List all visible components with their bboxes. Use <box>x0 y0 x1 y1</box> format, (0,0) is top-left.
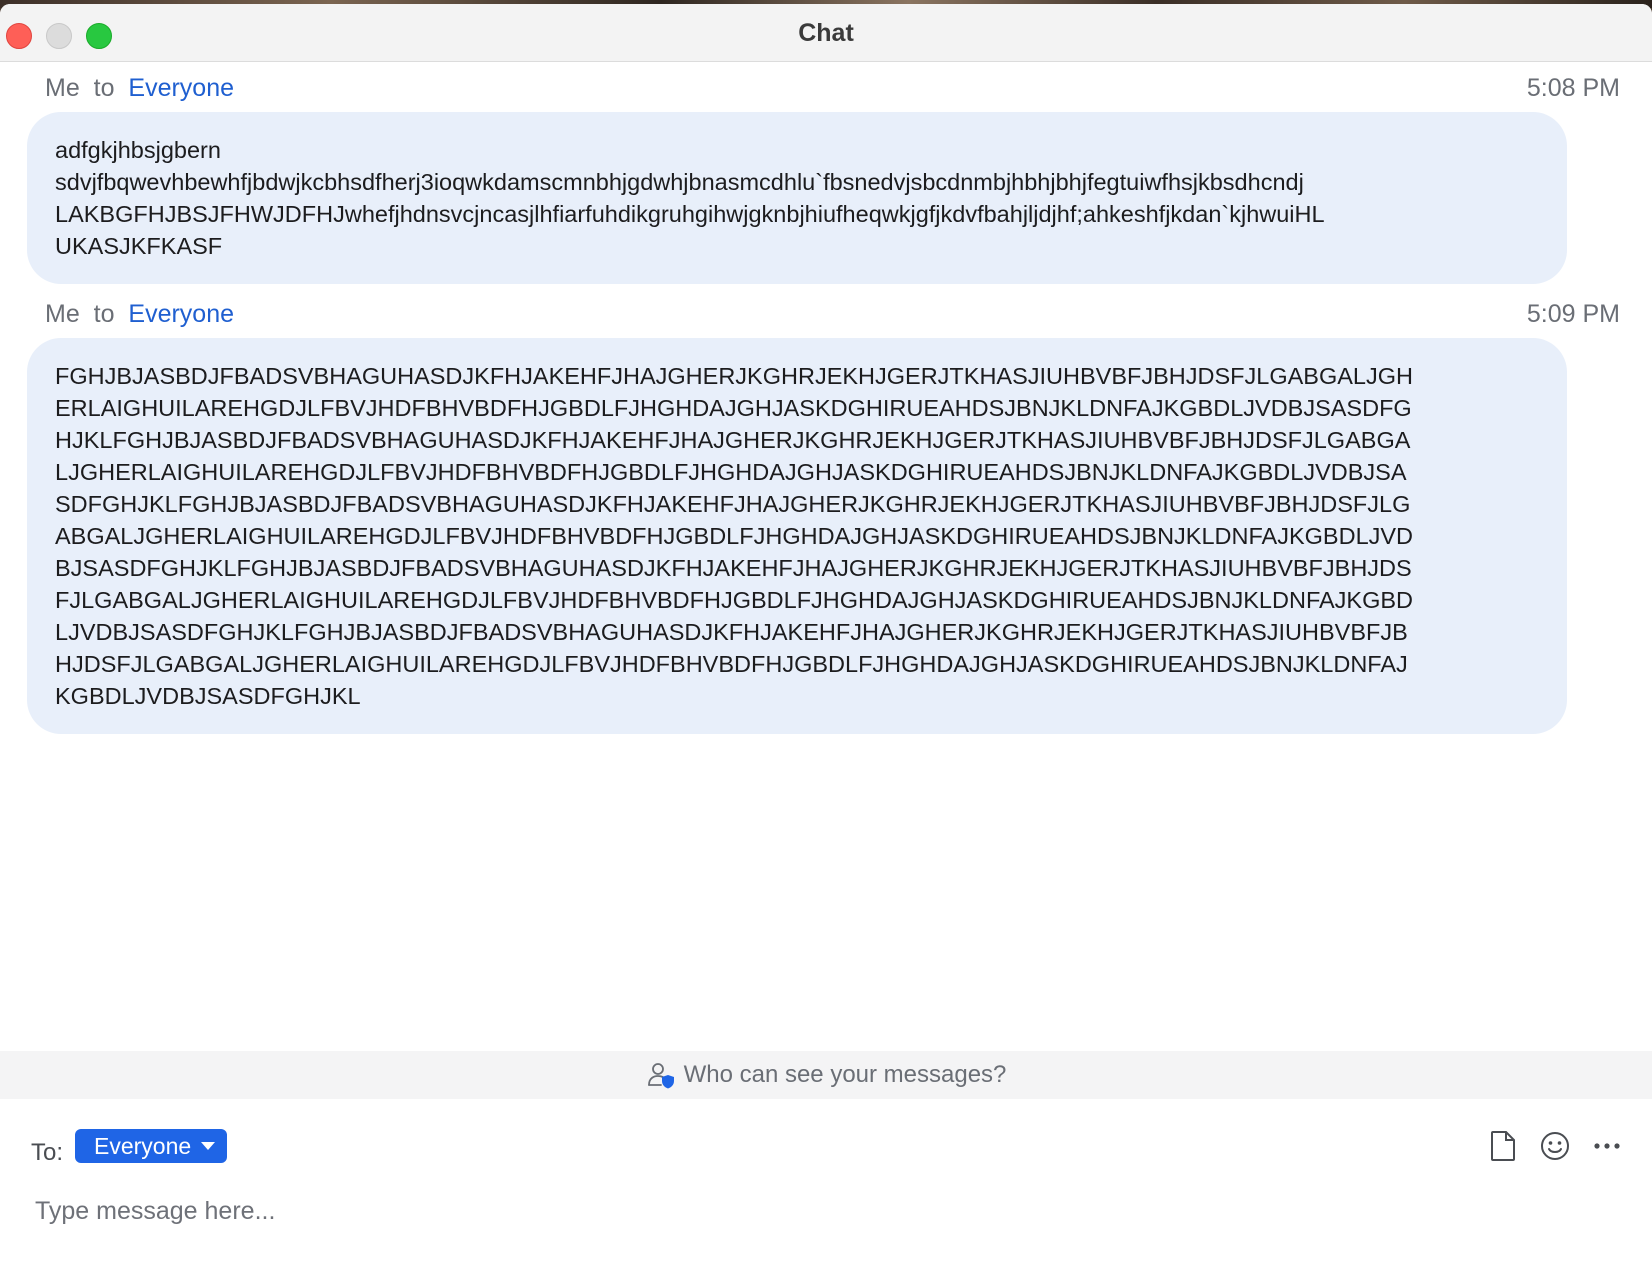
message-line: LJGHERLAIGHUILAREHGDJLFBVJHDFBHVBDFHJGBD… <box>55 459 1407 485</box>
window-title: Chat <box>798 19 854 47</box>
file-icon <box>1491 1131 1515 1161</box>
recipient-name[interactable]: Everyone <box>128 300 234 328</box>
emoji-button[interactable] <box>1538 1129 1572 1163</box>
to-label: To: <box>31 1139 64 1166</box>
message-line: KGBDLJVDBJSASDFGHJKL <box>55 683 361 709</box>
to-word: to <box>86 74 122 102</box>
message-bubble[interactable]: adfgkjhbsjgbern sdvjfbqwevhbewhfjbdwjkcb… <box>27 112 1567 284</box>
recipient-dropdown-label: Everyone <box>94 1133 192 1159</box>
message-line: sdvjfbqwevhbewhfjbdwjkcbhsdfherj3ioqwkda… <box>55 169 1304 195</box>
chat-window: Chat Me to Everyone 5:08 PM adfgkjhbsjgb… <box>0 4 1652 1262</box>
message-line: adfgkjhbsjgbern <box>55 137 221 163</box>
message-line: ERLAIGHUILAREHGDJLFBVJHDFBHVBDFHJGBDLFJH… <box>55 395 1412 421</box>
message-line: FJLGABGALJGHERLAIGHUILAREHGDJLFBVJHDFBHV… <box>55 587 1414 613</box>
message-input[interactable] <box>35 1191 1615 1231</box>
message-timestamp: 5:09 PM <box>1526 300 1620 328</box>
recipient-dropdown[interactable]: Everyone <box>75 1129 228 1163</box>
recipient-name[interactable]: Everyone <box>128 74 234 102</box>
message-bubble[interactable]: FGHJBJASBDJFBADSVBHAGUHASDJKFHJAKEHFJHAJ… <box>27 338 1567 734</box>
message-line: HJKLFGHJBJASBDJFBADSVBHAGUHASDJKFHJAKEHF… <box>55 427 1411 453</box>
message-line: SDFGHJKLFGHJBJASBDJFBADSVBHAGUHASDJKFHJA… <box>55 491 1411 517</box>
message-line: ABGALJGHERLAIGHUILAREHGDJLFBVJHDFBHVBDFH… <box>55 523 1414 549</box>
message-header: Me to Everyone 5:09 PM <box>45 297 1620 331</box>
message-line: HJDSFJLGABGALJGHERLAIGHUILAREHGDJLFBVJHD… <box>55 651 1408 677</box>
message-line: FGHJBJASBDJFBADSVBHAGUHASDJKFHJAKEHFJHAJ… <box>55 363 1413 389</box>
message-line: BJSASDFGHJKLFGHJBJASBDJFBADSVBHAGUHASDJK… <box>55 555 1412 581</box>
message-timestamp: 5:08 PM <box>1526 74 1620 102</box>
sender-name: Me <box>45 300 80 328</box>
privacy-info-bar[interactable]: Who can see your messages? <box>0 1051 1652 1099</box>
message-line: LJVDBJSASDFGHJKLFGHJBJASBDJFBADSVBHAGUHA… <box>55 619 1408 645</box>
message-header: Me to Everyone 5:08 PM <box>45 71 1620 105</box>
message-composer: To: Everyone <box>0 1099 1652 1262</box>
title-bar: Chat <box>0 4 1652 62</box>
sender-name: Me <box>45 74 80 102</box>
privacy-info-text: Who can see your messages? <box>683 1061 1007 1088</box>
share-file-button[interactable] <box>1486 1129 1520 1163</box>
emoji-icon <box>1541 1132 1569 1160</box>
privacy-user-shield-icon <box>647 1063 674 1089</box>
more-options-button[interactable] <box>1590 1129 1624 1163</box>
message-line: UKASJKFKASF <box>55 233 223 259</box>
caret-down-icon <box>201 1142 216 1150</box>
more-icon <box>1594 1143 1620 1149</box>
to-word: to <box>86 300 122 328</box>
message-line: LAKBGFHJBSJFHWJDFHJwhefjhdnsvcjncasjlhfi… <box>55 201 1325 227</box>
